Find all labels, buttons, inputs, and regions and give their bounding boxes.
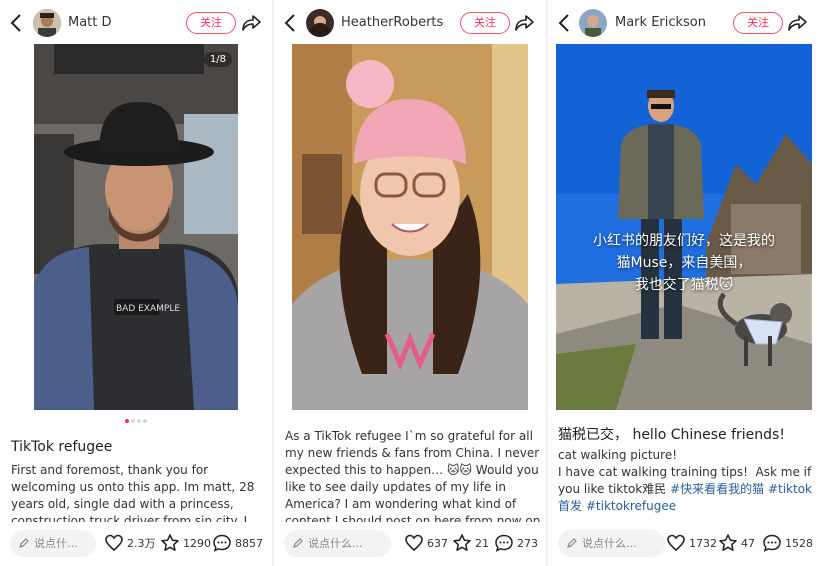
post-panel-heather: HeatherRoberts 关注 As a TikTok refugee I`… xyxy=(274,0,546,566)
star-icon xyxy=(161,534,179,551)
carousel-dot-active xyxy=(125,419,129,423)
hashtag-link[interactable]: #快来看看我的猫 xyxy=(670,482,764,496)
follow-button[interactable]: 关注 xyxy=(186,12,236,34)
favorite-count: 47 xyxy=(741,536,755,550)
post-body: First and foremost, thank you for welcom… xyxy=(11,463,255,522)
comment-input[interactable]: 说点什么... xyxy=(558,530,665,557)
pen-icon xyxy=(19,538,29,548)
favorite-button[interactable]: 47 xyxy=(718,532,755,554)
carousel-dots xyxy=(0,416,272,423)
heart-icon xyxy=(667,534,685,552)
back-arrow-icon[interactable] xyxy=(556,12,574,34)
comment-bubble-icon xyxy=(763,534,781,552)
hashtag-link[interactable]: #tiktokrefugee xyxy=(586,499,676,513)
engagement-bar: 说点什… 2.3万 1290 8857 xyxy=(0,522,272,566)
comment-input[interactable]: 说点什么... xyxy=(284,530,391,557)
like-button[interactable]: 2.3万 xyxy=(104,532,156,554)
back-arrow-icon[interactable] xyxy=(8,12,26,34)
comment-placeholder: 说点什么... xyxy=(582,537,637,550)
post-photo[interactable]: 小红书的朋友们好，这是我的 猫Muse，来自美国， 我也交了猫税🐱 xyxy=(556,44,812,410)
carousel-dot xyxy=(143,419,147,423)
favorite-button[interactable]: 21 xyxy=(452,532,489,554)
comment-count: 273 xyxy=(517,536,538,550)
heart-icon xyxy=(105,534,123,552)
star-icon xyxy=(719,534,737,551)
comment-button[interactable]: 273 xyxy=(494,532,538,554)
cat-walking-image xyxy=(556,44,812,410)
post-body: As a TikTok refugee I`m so grateful for … xyxy=(285,429,541,522)
post-header: Mark Erickson 关注 xyxy=(548,0,820,46)
post-header: Matt D 关注 xyxy=(0,0,272,46)
back-arrow-icon[interactable] xyxy=(282,12,300,34)
pen-icon xyxy=(293,538,303,548)
like-button[interactable]: 637 xyxy=(404,532,448,554)
username[interactable]: Matt D xyxy=(68,15,112,30)
star-icon xyxy=(453,534,471,551)
like-button[interactable]: 1732 xyxy=(666,532,717,554)
username[interactable]: Mark Erickson xyxy=(615,15,706,30)
post-panel-mark: Mark Erickson 关注 小红书的朋友们好，这是我的 猫Muse，来自美… xyxy=(548,0,820,566)
like-count: 2.3万 xyxy=(127,537,156,550)
post-photo[interactable] xyxy=(292,44,528,410)
favorite-button[interactable]: 1290 xyxy=(160,532,211,554)
like-count: 1732 xyxy=(689,536,717,550)
post-panel-matt: Matt D 关注 BAD EXAMPLE 1/8 TikTok refugee… xyxy=(0,0,272,566)
comment-bubble-icon xyxy=(495,534,513,552)
comment-count: 8857 xyxy=(235,536,263,550)
overlay-caption-line: 猫Muse，来自美国， xyxy=(616,255,752,271)
comment-button[interactable]: 8857 xyxy=(212,532,263,554)
follow-button[interactable]: 关注 xyxy=(460,12,510,34)
like-count: 637 xyxy=(427,536,448,550)
favorite-count: 21 xyxy=(475,536,489,550)
follow-button[interactable]: 关注 xyxy=(733,12,783,34)
pen-icon xyxy=(567,538,577,548)
overlay-caption-line: 小红书的朋友们好，这是我的 xyxy=(593,233,775,249)
username[interactable]: HeatherRoberts xyxy=(341,15,443,30)
favorite-count: 1290 xyxy=(183,536,211,550)
comment-input[interactable]: 说点什… xyxy=(10,530,96,557)
selfie-cowboy-image: BAD EXAMPLE xyxy=(34,44,238,410)
post-header: HeatherRoberts 关注 xyxy=(274,0,546,46)
share-icon[interactable] xyxy=(786,12,808,34)
avatar[interactable] xyxy=(33,9,61,37)
avatar[interactable] xyxy=(579,9,607,37)
engagement-bar: 说点什么... 637 21 273 xyxy=(274,522,546,566)
svg-text:BAD EXAMPLE: BAD EXAMPLE xyxy=(116,304,180,314)
heart-icon xyxy=(405,534,423,552)
post-title: 猫税已交， hello Chinese friends! xyxy=(558,427,785,443)
comment-placeholder: 说点什… xyxy=(34,537,78,550)
comment-bubble-icon xyxy=(213,534,231,552)
post-title: TikTok refugee xyxy=(11,439,113,455)
selfie-pink-hat-image xyxy=(292,44,528,410)
comment-count: 1528 xyxy=(785,536,813,550)
comment-button[interactable]: 1528 xyxy=(762,532,813,554)
carousel-dot xyxy=(131,419,135,423)
overlay-caption-line: 我也交了猫税🐱 xyxy=(634,277,734,293)
post-photo[interactable]: BAD EXAMPLE 1/8 xyxy=(34,44,238,410)
comment-placeholder: 说点什么... xyxy=(308,537,363,550)
avatar[interactable] xyxy=(306,9,334,37)
image-counter: 1/8 xyxy=(203,52,232,67)
share-icon[interactable] xyxy=(240,12,262,34)
share-icon[interactable] xyxy=(513,12,535,34)
carousel-dot xyxy=(137,419,141,423)
engagement-bar: 说点什么... 1732 47 1528 xyxy=(548,522,820,566)
post-body: cat walking picture! I have cat walking … xyxy=(558,447,814,522)
